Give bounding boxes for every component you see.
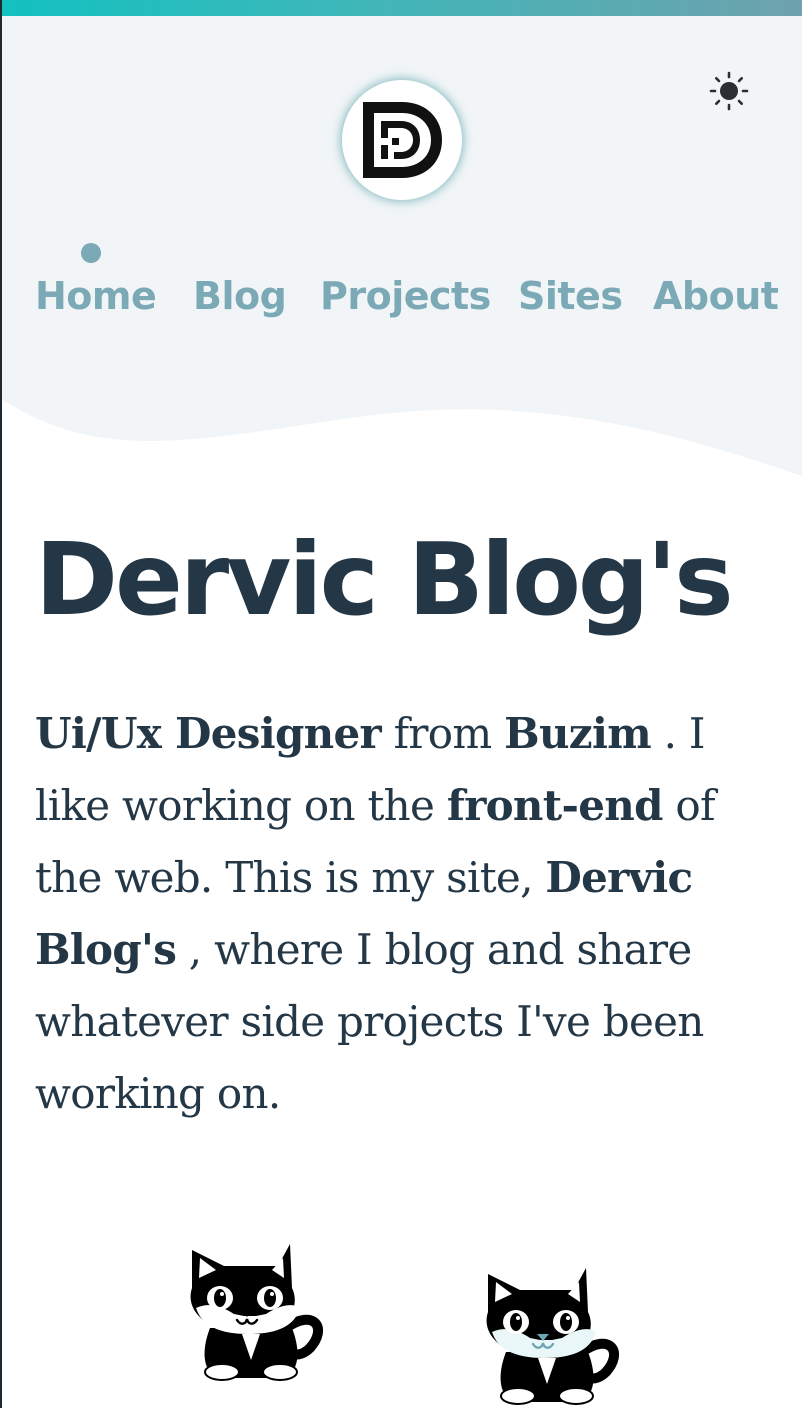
cat-mascot-icon <box>190 1244 323 1381</box>
top-gradient-bar <box>0 0 802 16</box>
bio-place: Buzim <box>504 709 651 758</box>
nav-item-sites[interactable]: Sites <box>518 274 623 318</box>
main-nav: Home Blog Projects Sites About <box>0 234 802 334</box>
theme-toggle-button[interactable] <box>708 70 750 112</box>
nav-item-projects[interactable]: Projects <box>320 274 491 318</box>
active-indicator-dot <box>81 243 101 263</box>
dd-monogram-logo <box>363 102 442 178</box>
cat-mascot-icon <box>486 1268 619 1405</box>
bio-role: Ui/Ux Designer <box>35 709 382 758</box>
site-logo[interactable] <box>342 80 462 200</box>
main-content: Dervic Blog's Ui/Ux Designer from Buzim … <box>35 520 775 1130</box>
page-border <box>0 0 2 1408</box>
bio-text-1: from <box>380 709 505 758</box>
bio-focus: front-end <box>446 781 664 830</box>
page-title: Dervic Blog's <box>35 521 734 638</box>
nav-item-home[interactable]: Home <box>35 274 157 318</box>
sun-icon <box>709 71 749 111</box>
bio-paragraph: Ui/Ux Designer from Buzim . I like worki… <box>35 698 775 1130</box>
nav-item-blog[interactable]: Blog <box>193 274 287 318</box>
nav-item-about[interactable]: About <box>653 274 779 318</box>
site-header: Home Blog Projects Sites About <box>0 16 802 486</box>
